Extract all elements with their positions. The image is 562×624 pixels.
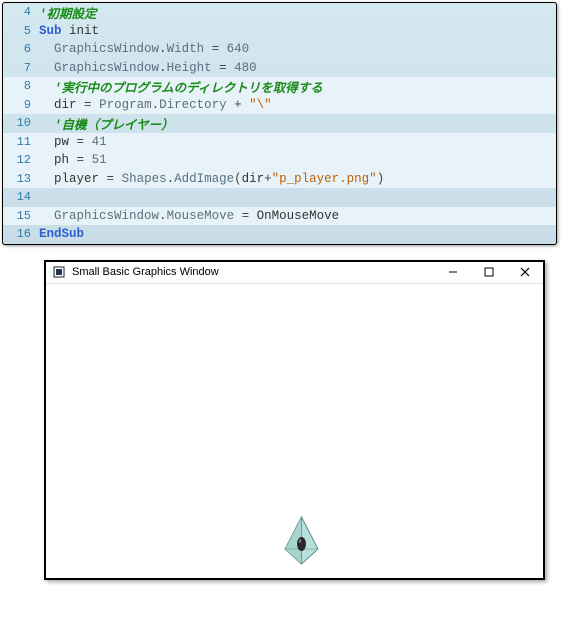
code-line[interactable]: 4'初期設定: [3, 3, 556, 22]
line-number: 13: [3, 172, 39, 186]
code-content: player = Shapes.AddImage(dir+"p_player.p…: [39, 172, 556, 186]
line-number: 7: [3, 61, 39, 75]
code-content: '自機（プレイヤー）: [39, 114, 556, 133]
line-number: 8: [3, 79, 39, 93]
code-line[interactable]: 10 '自機（プレイヤー）: [3, 114, 556, 133]
line-number: 9: [3, 98, 39, 112]
code-content: '実行中のプログラムのディレクトリを取得する: [39, 77, 556, 96]
line-number: 6: [3, 42, 39, 56]
line-number: 4: [3, 5, 39, 19]
line-number: 12: [3, 153, 39, 167]
code-line[interactable]: 7 GraphicsWindow.Height = 480: [3, 59, 556, 78]
player-sprite: [281, 515, 322, 566]
code-line[interactable]: 12 ph = 51: [3, 151, 556, 170]
minimize-button[interactable]: [435, 261, 471, 283]
code-content: GraphicsWindow.Height = 480: [39, 61, 556, 75]
window-controls: [435, 261, 543, 283]
code-editor-panel: 4'初期設定5Sub init6 GraphicsWindow.Width = …: [2, 2, 557, 245]
line-number: 10: [3, 116, 39, 130]
code-line[interactable]: 14: [3, 188, 556, 207]
code-line[interactable]: 13 player = Shapes.AddImage(dir+"p_playe…: [3, 170, 556, 189]
close-button[interactable]: [507, 261, 543, 283]
app-icon: [52, 265, 66, 279]
code-content: dir = Program.Directory + "\": [39, 98, 556, 112]
window-title: Small Basic Graphics Window: [72, 266, 435, 278]
code-content: GraphicsWindow.MouseMove = OnMouseMove: [39, 209, 556, 223]
code-content: '初期設定: [39, 3, 556, 22]
line-number: 11: [3, 135, 39, 149]
code-line[interactable]: 9 dir = Program.Directory + "\": [3, 96, 556, 115]
line-number: 16: [3, 227, 39, 241]
code-content: ph = 51: [39, 153, 556, 167]
line-number: 14: [3, 190, 39, 204]
code-line[interactable]: 11 pw = 41: [3, 133, 556, 152]
code-line[interactable]: 16EndSub: [3, 225, 556, 244]
code-content: EndSub: [39, 227, 556, 241]
line-number: 5: [3, 24, 39, 38]
code-content: GraphicsWindow.Width = 640: [39, 42, 556, 56]
titlebar[interactable]: Small Basic Graphics Window: [46, 262, 543, 284]
code-line[interactable]: 15 GraphicsWindow.MouseMove = OnMouseMov…: [3, 207, 556, 226]
code-content: Sub init: [39, 24, 556, 38]
graphics-window: Small Basic Graphics Window: [44, 260, 545, 580]
code-content: pw = 41: [39, 135, 556, 149]
client-area[interactable]: [46, 284, 543, 578]
code-line[interactable]: 5Sub init: [3, 22, 556, 41]
code-line[interactable]: 8 '実行中のプログラムのディレクトリを取得する: [3, 77, 556, 96]
line-number: 15: [3, 209, 39, 223]
code-line[interactable]: 6 GraphicsWindow.Width = 640: [3, 40, 556, 59]
maximize-button[interactable]: [471, 261, 507, 283]
